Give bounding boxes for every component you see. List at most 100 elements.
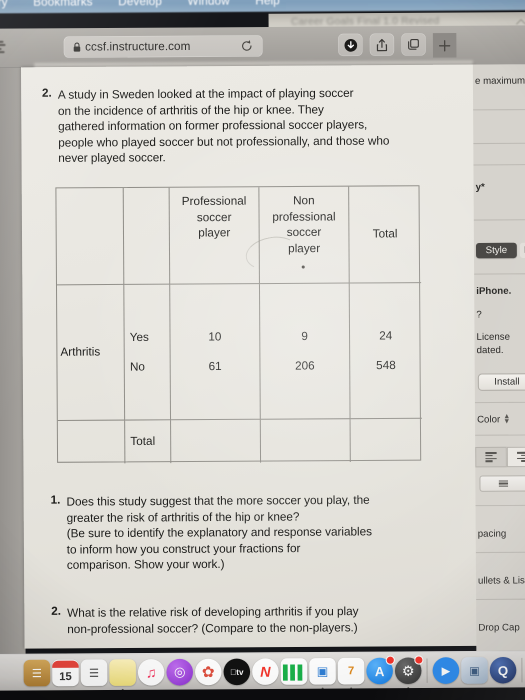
dock-separator	[426, 658, 428, 683]
dock: ☰ 15 ☰ ♫ ◎ ✿ tv N ▌▌▌ ▣	[0, 653, 525, 692]
question-2-line-1: A study in Sweden looked at the impact o…	[57, 86, 354, 102]
dock-preview[interactable]: ▣	[461, 657, 488, 684]
url-text: ccsf.instructure.com	[85, 40, 191, 54]
header-professional-line-3: player	[198, 227, 231, 240]
table-header-corner-2	[123, 187, 171, 285]
sq1-line-3: (Be sure to identify the explanatory and…	[66, 525, 373, 541]
photos-icon: ✿	[201, 663, 215, 682]
sub-question-1-block: 1. Does this study suggest that the more…	[44, 493, 372, 575]
cell-no-nonprofessional: 206	[295, 359, 315, 373]
macos-menu-bar: ory Bookmarks Develop Window Help	[0, 0, 525, 14]
document-page: 2. A study in Sweden looked at the impac…	[20, 64, 478, 649]
sub-question-2-text: What is the relative risk of developing …	[67, 604, 359, 638]
address-bar[interactable]: ccsf.instructure.com	[63, 35, 263, 58]
notification-badge	[414, 655, 424, 665]
dock-pages[interactable]: 7	[337, 657, 365, 691]
panel-divider-9	[475, 551, 525, 554]
dock-reminders[interactable]: ☰	[80, 659, 108, 687]
stepper-icon[interactable]: ▲ ▼	[503, 413, 510, 425]
gear-icon: ⚙	[401, 662, 415, 679]
panel-divider-10	[476, 598, 525, 601]
table-col-nonprofessional-values: 9 206	[259, 283, 351, 420]
panel-spacing[interactable]: pacing	[476, 528, 525, 540]
sub-question-1-number: 1.	[50, 494, 61, 507]
video-camera-icon: ▶	[441, 664, 451, 678]
table-row-label-arthritis: Arthritis	[56, 284, 126, 421]
panel-divider-8	[475, 504, 525, 507]
downloads-button[interactable]	[338, 33, 363, 57]
sq2-line-2: non-professional soccer? (Compare to the…	[67, 620, 358, 636]
table-total-didnotplay	[351, 419, 423, 462]
total-row-label-text: Total	[130, 435, 156, 449]
panel-drop-cap[interactable]: Drop Cap	[476, 622, 525, 634]
tab-layout[interactable]: L	[519, 242, 525, 259]
cell-yes-nonprofessional: 9	[301, 330, 308, 343]
screen-photo: ory Bookmarks Develop Window Help Career…	[0, 0, 525, 700]
dock-zoom[interactable]: ▶	[432, 657, 460, 684]
table-header-corner-1	[56, 188, 125, 286]
color-label: Color	[477, 413, 501, 426]
dock-app-store[interactable]: A	[366, 655, 395, 685]
tab-overview-button[interactable]	[401, 33, 426, 56]
dock-numbers[interactable]: ▌▌▌	[280, 658, 308, 685]
question-2-line-5: never played soccer.	[58, 151, 166, 166]
question-2-number: 2.	[41, 87, 52, 100]
header-nonprof-line-1: Non	[293, 195, 315, 208]
menu-history[interactable]: ory	[0, 0, 8, 9]
sq2-line-1: What is the relative risk of developing …	[67, 604, 359, 620]
cell-no-professional: 61	[208, 360, 222, 373]
dock-photos[interactable]: ✿	[194, 658, 222, 686]
dock-appletv[interactable]: tv	[223, 658, 251, 686]
table-total-nonprofessional	[260, 419, 351, 463]
table-col-didnotplay-values: 24 548	[349, 283, 422, 420]
sidebar-toggle-icon[interactable]	[0, 40, 6, 54]
reload-icon[interactable]	[240, 39, 253, 57]
dock-separator-2	[521, 657, 523, 683]
color-control-row[interactable]: Color ▲ ▼	[475, 411, 525, 428]
dock-news[interactable]: N	[252, 658, 279, 686]
align-left-icon[interactable]	[475, 446, 507, 468]
alignment-buttons[interactable]	[475, 446, 525, 468]
panel-divider-3	[473, 164, 525, 166]
cell-no-didnotplay: 548	[376, 359, 396, 372]
dock-music[interactable]: ♫	[137, 659, 165, 686]
numbers-icon: ▌▌▌	[282, 663, 306, 680]
dock-quicktime[interactable]: Q	[489, 656, 517, 684]
share-button[interactable]	[369, 33, 395, 56]
panel-question-mark: ?	[476, 309, 482, 321]
header-professional-line-1: Professional	[181, 195, 247, 209]
install-button[interactable]: Install	[477, 373, 525, 391]
menu-window[interactable]: Window	[187, 0, 229, 8]
indent-icon[interactable]	[479, 475, 525, 492]
panel-license-line-1: License	[476, 331, 510, 343]
question-2-text: A study in Sweden looked at the impact o…	[58, 85, 390, 167]
panel-divider-7	[475, 434, 525, 436]
dock-system-preferences[interactable]: ⚙	[394, 655, 424, 691]
menu-bookmarks[interactable]: Bookmarks	[33, 0, 93, 9]
panel-divider-2	[473, 142, 525, 145]
dock-calendar[interactable]: 15	[52, 659, 79, 687]
tab-style[interactable]: Style	[475, 242, 517, 259]
menu-develop[interactable]: Develop	[118, 0, 162, 9]
screen-bezel-bottom	[0, 687, 525, 700]
dock-notes[interactable]	[109, 659, 136, 692]
news-icon: N	[260, 663, 271, 680]
lock-icon	[73, 42, 81, 52]
new-tab-button[interactable]	[432, 32, 457, 58]
table-sub-labels: Yes No	[124, 284, 172, 421]
header-nonprof-line-2: professional	[272, 210, 336, 224]
table-total-row-corner	[57, 420, 126, 464]
panel-body-style: y*	[475, 181, 485, 194]
dock-keynote[interactable]: ▣	[309, 657, 336, 691]
menu-help[interactable]: Help	[255, 0, 280, 8]
quicktime-icon: Q	[497, 662, 509, 678]
header-nonprof-line-3: soccer	[286, 226, 322, 240]
align-right-icon[interactable]	[506, 446, 525, 468]
inspector-panel: e maximum y* Style L iPhone. ? License d…	[472, 64, 525, 652]
panel-divider-1	[473, 109, 525, 111]
panel-bullets-lists[interactable]: ullets & Lists	[476, 575, 525, 587]
question-2-block: 2. A study in Sweden looked at the impac…	[35, 85, 390, 167]
dock-contacts[interactable]: ☰	[23, 659, 51, 687]
dock-podcasts[interactable]: ◎	[166, 658, 194, 686]
question-2-line-3: gathered information on former professio…	[58, 118, 368, 134]
